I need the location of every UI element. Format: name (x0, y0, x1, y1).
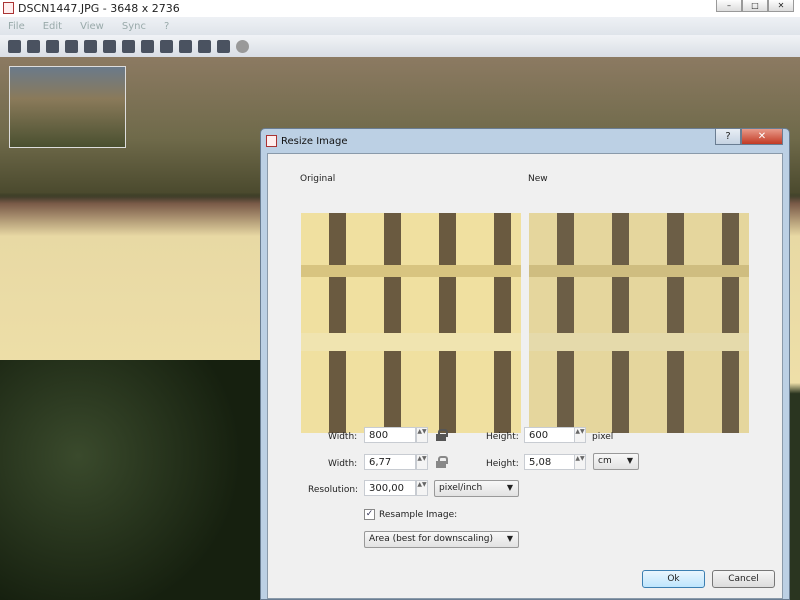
fullscreen-icon[interactable] (198, 39, 211, 53)
resample-checkbox[interactable]: ✓ (364, 509, 375, 520)
toolbar (0, 35, 800, 57)
actual-size-icon[interactable] (217, 39, 230, 53)
ok-button[interactable]: Ok (642, 570, 705, 588)
height-size-input[interactable]: 5,08 (524, 454, 576, 470)
window-title: DSCN1447.JPG - 3648 x 2736 (18, 2, 180, 15)
new-preview (529, 213, 749, 433)
height-size-spinner[interactable]: ▲▼ (574, 454, 586, 470)
resolution-spinner[interactable]: ▲▼ (416, 480, 428, 496)
image-trees (0, 360, 260, 600)
height-pixel-input[interactable]: 600 (524, 427, 576, 443)
lock-icon[interactable] (436, 429, 448, 441)
rotate-left-icon[interactable] (103, 39, 116, 53)
original-preview (301, 213, 521, 433)
crop-icon[interactable] (141, 39, 154, 53)
size-unit-value: cm (598, 456, 612, 466)
minimize-button[interactable]: – (716, 0, 742, 12)
resample-method-value: Area (best for downscaling) (369, 534, 494, 544)
resolution-label: Resolution: (308, 485, 359, 495)
dialog-title: Resize Image (281, 135, 348, 147)
app-icon (3, 2, 14, 14)
original-label: Original (300, 174, 336, 184)
new-label: New (528, 174, 548, 184)
menu-bar: File Edit View Sync ? (0, 17, 800, 35)
chevron-down-icon: ▼ (506, 483, 513, 492)
maximize-button[interactable]: □ (742, 0, 768, 12)
menu-file[interactable]: File (8, 21, 25, 32)
folder-icon[interactable] (65, 39, 78, 53)
open-folder-icon[interactable] (46, 39, 59, 53)
rotate-right-icon[interactable] (122, 39, 135, 53)
height-pixel-spinner[interactable]: ▲▼ (574, 427, 586, 443)
menu-view[interactable]: View (80, 21, 104, 32)
title-bar: DSCN1447.JPG - 3648 x 2736 – □ ✕ (0, 0, 800, 17)
width-pixel-label: Width: (328, 432, 358, 442)
resample-label: Resample Image: (379, 510, 458, 520)
width-pixel-input[interactable]: 800 (364, 427, 416, 443)
resize-icon[interactable] (160, 39, 173, 53)
dialog-icon (266, 135, 277, 147)
resolution-input[interactable]: 300,00 (364, 480, 416, 496)
help-button[interactable]: ? (715, 129, 741, 145)
chevron-down-icon: ▼ (626, 456, 633, 465)
width-size-spinner[interactable]: ▲▼ (416, 454, 428, 470)
resolution-unit-value: pixel/inch (439, 483, 483, 493)
globe-icon[interactable] (236, 39, 249, 53)
zoom-fit-icon[interactable] (179, 39, 192, 53)
menu-help[interactable]: ? (164, 21, 169, 32)
back-icon[interactable] (8, 39, 21, 53)
forward-icon[interactable] (27, 39, 40, 53)
width-size-label: Width: (328, 459, 358, 469)
height-size-label: Height: (486, 459, 519, 469)
resize-image-dialog: Resize Image ? ✕ Original New Width: 800… (260, 128, 790, 600)
pixel-unit-label: pixel (592, 432, 614, 442)
save-icon[interactable] (84, 39, 97, 53)
lock-icon-inactive[interactable] (436, 456, 448, 468)
chevron-down-icon: ▼ (506, 534, 513, 543)
dialog-close-button[interactable]: ✕ (741, 129, 783, 145)
navigator-thumbnail[interactable] (9, 66, 126, 148)
menu-edit[interactable]: Edit (43, 21, 62, 32)
height-pixel-label: Height: (486, 432, 519, 442)
width-size-input[interactable]: 6,77 (364, 454, 416, 470)
cancel-button[interactable]: Cancel (712, 570, 775, 588)
width-pixel-spinner[interactable]: ▲▼ (416, 427, 428, 443)
resolution-unit-select[interactable]: pixel/inch ▼ (434, 480, 519, 497)
menu-sync[interactable]: Sync (122, 21, 146, 32)
size-unit-select[interactable]: cm ▼ (593, 453, 639, 470)
close-button[interactable]: ✕ (768, 0, 794, 12)
resample-method-select[interactable]: Area (best for downscaling) ▼ (364, 531, 519, 548)
